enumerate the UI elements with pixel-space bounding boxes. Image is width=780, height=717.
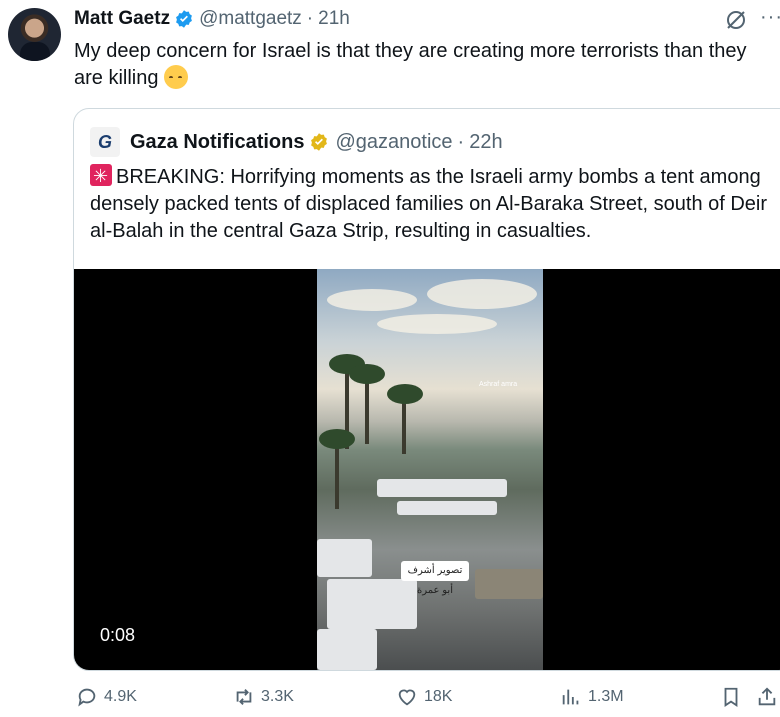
more-options-icon[interactable]: ··· bbox=[760, 6, 780, 29]
reply-button[interactable]: 4.9K bbox=[76, 686, 137, 708]
quoted-author-avatar: G bbox=[90, 127, 120, 157]
quoted-tweet-text: BREAKING: Horrifying moments as the Isra… bbox=[90, 163, 770, 245]
views-button[interactable]: 1.3M bbox=[560, 686, 624, 708]
verified-badge-icon bbox=[176, 10, 192, 28]
repost-button[interactable]: 3.3K bbox=[233, 686, 294, 708]
video-frame: Ashraf amra تصوير أشرف أبو عمرة bbox=[317, 269, 543, 670]
author-avatar[interactable] bbox=[8, 8, 61, 61]
gold-verified-badge-icon bbox=[311, 133, 328, 151]
separator-dot: · bbox=[306, 8, 314, 29]
like-count: 18K bbox=[424, 688, 453, 705]
quoted-avatar-letter: G bbox=[97, 131, 112, 152]
tweet-text: My deep concern for Israel is that they … bbox=[74, 38, 764, 92]
bookmark-button[interactable] bbox=[720, 686, 748, 708]
bookmark-icon bbox=[724, 687, 738, 707]
repost-icon bbox=[236, 689, 252, 705]
views-chart-icon bbox=[562, 689, 579, 705]
reply-count: 4.9K bbox=[104, 688, 137, 705]
like-button[interactable]: 18K bbox=[396, 686, 452, 708]
views-count: 1.3M bbox=[588, 688, 624, 705]
quoted-tweet[interactable]: G Gaza Notifications @gazanotice · 22h B… bbox=[73, 108, 780, 671]
quoted-author-handle: @gazanotice bbox=[335, 130, 453, 153]
video-caption: تصوير أشرف أبو عمرة bbox=[401, 561, 469, 596]
heart-icon bbox=[398, 689, 416, 706]
tweet-time[interactable]: 21h bbox=[318, 8, 350, 30]
grok-icon[interactable] bbox=[724, 8, 748, 32]
quoted-tweet-time: 22h bbox=[469, 130, 503, 153]
repost-count: 3.3K bbox=[261, 688, 294, 705]
share-icon bbox=[758, 687, 776, 706]
quoted-text-content: BREAKING: Horrifying moments as the Isra… bbox=[90, 166, 768, 242]
relieved-face-emoji-icon bbox=[164, 65, 189, 89]
video-duration: 0:08 bbox=[100, 625, 136, 645]
share-button[interactable] bbox=[756, 686, 780, 708]
tweet-header: Matt Gaetz @mattgaetz · 21h bbox=[74, 6, 350, 32]
siren-emoji-icon bbox=[90, 163, 112, 190]
author-name[interactable]: Matt Gaetz bbox=[74, 8, 170, 30]
quoted-tweet-header: G Gaza Notifications @gazanotice · 22h bbox=[90, 127, 503, 157]
reply-icon bbox=[78, 688, 96, 707]
quoted-author-name: Gaza Notifications bbox=[130, 130, 305, 153]
author-handle[interactable]: @mattgaetz bbox=[199, 8, 302, 30]
video-watermark: Ashraf amra bbox=[479, 381, 518, 388]
quoted-separator-dot: · bbox=[457, 130, 465, 153]
video-player[interactable]: Ashraf amra تصوير أشرف أبو عمرة 0:08 bbox=[74, 269, 780, 670]
tweet-actions: 4.9K 3.3K 18K 1.3M bbox=[0, 686, 780, 714]
